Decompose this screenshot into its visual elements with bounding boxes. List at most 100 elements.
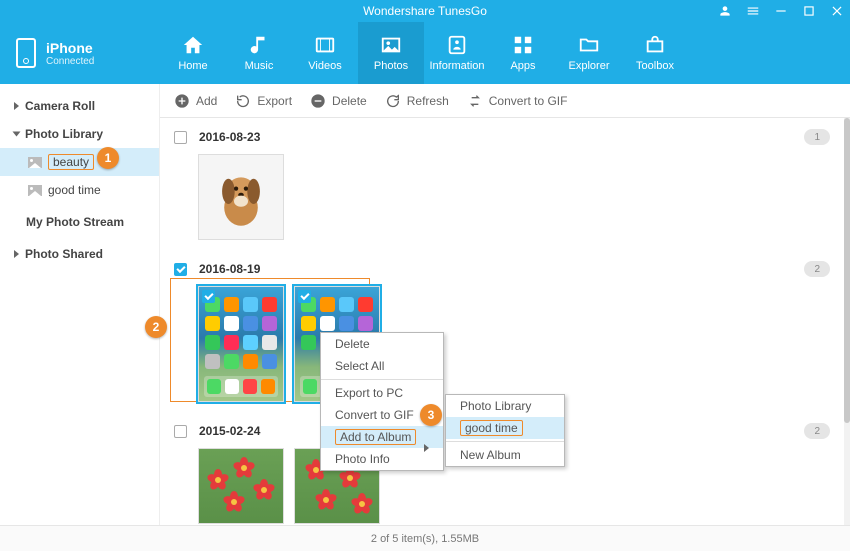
group-date: 2015-02-24: [199, 424, 260, 438]
refresh-button[interactable]: Refresh: [385, 93, 449, 109]
menu-icon[interactable]: [746, 4, 760, 18]
photo-group: 2016-08-19 2: [160, 250, 844, 412]
add-button[interactable]: Add: [174, 93, 217, 109]
sidebar: Camera Roll Photo Library beauty good ti…: [0, 84, 160, 551]
export-icon: [235, 93, 251, 109]
status-bar: 2 of 5 item(s), 1.55MB: [0, 525, 850, 551]
maximize-icon[interactable]: [802, 4, 816, 18]
sidebar-label: Photo Library: [25, 127, 103, 141]
explorer-icon: [576, 34, 602, 56]
tab-label: Home: [178, 60, 207, 72]
group-checkbox[interactable]: [174, 425, 187, 438]
window-controls: [718, 0, 844, 22]
tab-videos[interactable]: Videos: [292, 22, 358, 84]
photos-icon: [378, 34, 404, 56]
sidebar-camera-roll[interactable]: Camera Roll: [0, 92, 159, 120]
sidebar-photo-library[interactable]: Photo Library: [0, 120, 159, 148]
tab-label: Toolbox: [636, 60, 674, 72]
context-submenu: Photo Library good time New Album: [445, 394, 565, 467]
ctx-separator: [446, 441, 564, 442]
group-checkbox[interactable]: [174, 263, 187, 276]
thumb-checkbox[interactable]: [202, 290, 215, 303]
tab-label: Photos: [374, 60, 408, 72]
button-label: Add: [196, 94, 217, 108]
ctx-sub-good-time[interactable]: good time: [446, 417, 564, 439]
sidebar-album-beauty[interactable]: beauty: [0, 148, 159, 176]
convert-gif-button[interactable]: Convert to GIF: [467, 93, 568, 109]
group-date: 2016-08-23: [199, 130, 260, 144]
refresh-icon: [385, 93, 401, 109]
status-text: 2 of 5 item(s), 1.55MB: [371, 533, 479, 545]
ctx-sub-new-album[interactable]: New Album: [446, 444, 564, 466]
tab-label: Videos: [308, 60, 341, 72]
sidebar-label: good time: [48, 183, 101, 197]
caret-icon: [13, 132, 21, 137]
minimize-icon[interactable]: [774, 4, 788, 18]
tab-label: Music: [245, 60, 274, 72]
scrollbar[interactable]: [844, 118, 850, 525]
information-icon: [444, 34, 470, 56]
toolbox-icon: [642, 34, 668, 56]
sidebar-album-good-time[interactable]: good time: [0, 176, 159, 204]
tab-label: Information: [429, 60, 484, 72]
tab-explorer[interactable]: Explorer: [556, 22, 622, 84]
tab-photos[interactable]: Photos: [358, 22, 424, 84]
action-toolbar: Add Export Delete Refresh Convert to GIF: [160, 84, 850, 118]
plus-icon: [174, 93, 190, 109]
sidebar-label: My Photo Stream: [26, 215, 124, 229]
submenu-arrow-icon: [424, 444, 429, 452]
device-status: Connected: [46, 56, 94, 67]
step-callout-1: 1: [97, 147, 119, 169]
photo-thumb[interactable]: [198, 154, 284, 240]
group-date: 2016-08-19: [199, 262, 260, 276]
button-label: Convert to GIF: [489, 94, 568, 108]
dog-image: [206, 162, 276, 232]
tab-toolbox[interactable]: Toolbox: [622, 22, 688, 84]
videos-icon: [312, 34, 338, 56]
home-icon: [180, 34, 206, 56]
app-title: Wondershare TunesGo: [363, 4, 487, 18]
sidebar-label: Camera Roll: [25, 99, 95, 113]
thumb-checkbox[interactable]: [298, 290, 311, 303]
button-label: Delete: [332, 94, 367, 108]
tab-label: Apps: [510, 60, 535, 72]
device-panel[interactable]: iPhone Connected: [0, 22, 160, 84]
export-button[interactable]: Export: [235, 93, 292, 109]
group-header: 2016-08-19 2: [174, 258, 830, 280]
close-icon[interactable]: [830, 4, 844, 18]
music-icon: [246, 34, 272, 56]
ctx-export-pc[interactable]: Export to PC: [321, 382, 443, 404]
tab-apps[interactable]: Apps: [490, 22, 556, 84]
sidebar-photo-stream[interactable]: My Photo Stream: [0, 208, 159, 236]
count-badge: 2: [804, 423, 830, 439]
ctx-delete[interactable]: Delete: [321, 333, 443, 355]
minus-icon: [310, 93, 326, 109]
photo-thumb[interactable]: [198, 286, 284, 402]
step-callout-3: 3: [420, 404, 442, 426]
step-callout-2: 2: [145, 316, 167, 338]
tab-information[interactable]: Information: [424, 22, 490, 84]
ctx-select-all[interactable]: Select All: [321, 355, 443, 377]
ctx-add-to-album[interactable]: Add to Album: [321, 426, 443, 448]
sidebar-photo-shared[interactable]: Photo Shared: [0, 240, 159, 268]
apps-icon: [510, 34, 536, 56]
context-menu: Delete Select All Export to PC Convert t…: [320, 332, 444, 471]
button-label: Refresh: [407, 94, 449, 108]
sidebar-label: Photo Shared: [25, 247, 103, 261]
count-badge: 1: [804, 129, 830, 145]
photo-thumb[interactable]: [198, 448, 284, 524]
tab-music[interactable]: Music: [226, 22, 292, 84]
user-icon[interactable]: [718, 4, 732, 18]
group-checkbox[interactable]: [174, 131, 187, 144]
album-icon: [28, 185, 42, 196]
ctx-label: Add to Album: [335, 429, 416, 445]
group-header: 2016-08-23 1: [174, 126, 830, 148]
scroll-thumb[interactable]: [844, 118, 850, 423]
delete-button[interactable]: Delete: [310, 93, 367, 109]
album-icon: [28, 157, 42, 168]
phone-icon: [16, 38, 36, 68]
button-label: Export: [257, 94, 292, 108]
tab-home[interactable]: Home: [160, 22, 226, 84]
nav-tabs: Home Music Videos Photos Information App…: [160, 22, 850, 84]
ctx-sub-photo-library[interactable]: Photo Library: [446, 395, 564, 417]
